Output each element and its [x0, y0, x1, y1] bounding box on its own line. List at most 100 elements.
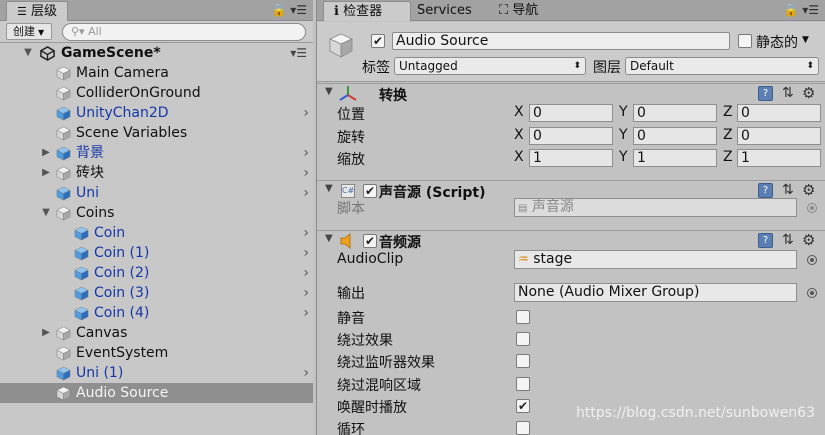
preset-icon[interactable]: ⇅ — [782, 182, 794, 198]
chevron-right-icon[interactable]: › — [303, 283, 309, 303]
hierarchy-item[interactable]: Uni › — [0, 183, 313, 203]
tab-inspector[interactable]: ℹ 检查器 — [323, 1, 411, 21]
prefab-cube-icon — [74, 226, 89, 241]
gameobject-cube-icon — [56, 126, 71, 141]
chevron-right-icon[interactable]: › — [303, 243, 309, 263]
axis-z-label[interactable]: Z — [723, 149, 733, 165]
object-name-field[interactable]: Audio Source — [392, 32, 730, 50]
hierarchy-search-input[interactable]: ⚲▾ All — [62, 23, 306, 41]
gear-icon[interactable]: ⚙ — [802, 181, 815, 199]
hierarchy-item[interactable]: Coin › — [0, 223, 313, 243]
hierarchy-item[interactable]: Audio Source — [0, 383, 313, 403]
output-field[interactable]: None (Audio Mixer Group) — [514, 283, 797, 302]
static-dropdown[interactable]: ▼ — [802, 32, 820, 50]
preset-icon[interactable]: ⇅ — [782, 85, 794, 101]
audio-option-checkbox[interactable] — [516, 310, 530, 324]
help-book-icon[interactable]: ? — [758, 86, 773, 101]
chevron-right-icon[interactable]: › — [303, 223, 309, 243]
axis-y-label[interactable]: Y — [619, 149, 628, 165]
audio-option-checkbox[interactable] — [516, 332, 530, 346]
axis-y-label[interactable]: Y — [619, 127, 628, 143]
audio-source-header[interactable]: ▼ ✔ 音频源 ? ⇅ ⚙ — [317, 230, 825, 251]
create-button[interactable]: 创建 ▼ — [6, 23, 52, 40]
collapse-arrow-icon[interactable]: ▼ — [22, 43, 34, 63]
axis-z-label[interactable]: Z — [723, 104, 733, 120]
active-checkbox[interactable]: ✔ — [371, 34, 385, 48]
chevron-right-icon[interactable]: › — [303, 143, 309, 163]
transform-y-field[interactable]: 0 — [633, 127, 717, 145]
audioclip-field[interactable]: ♒ stage — [514, 250, 797, 269]
audio-enabled-checkbox[interactable]: ✔ — [363, 234, 377, 248]
help-book-icon[interactable]: ? — [758, 183, 773, 198]
hierarchy-item[interactable]: Coin (3) › — [0, 283, 313, 303]
hierarchy-item[interactable]: EventSystem — [0, 343, 313, 363]
transform-header[interactable]: ▼ 转换 ? ⇅ ⚙ — [317, 83, 825, 104]
transform-y-field[interactable]: 1 — [633, 149, 717, 167]
axis-y-label[interactable]: Y — [619, 104, 628, 120]
audio-option-checkbox[interactable] — [516, 377, 530, 391]
hierarchy-item-label: UnityChan2D — [76, 105, 169, 121]
hierarchy-item[interactable]: Scene Variables — [0, 123, 313, 143]
chevron-right-icon[interactable]: › — [303, 103, 309, 123]
expand-arrow-icon[interactable]: ▶ — [40, 163, 52, 183]
hierarchy-item-label: 砖块 — [76, 165, 104, 181]
hierarchy-panel: ☰ 层级 🔒 ▾☰ 创建 ▼ ⚲▾ All ▼ GameScene* ▾☰ Mai… — [0, 0, 313, 435]
chevron-right-icon[interactable]: › — [303, 183, 309, 203]
object-picker-icon[interactable] — [807, 288, 817, 298]
tab-services[interactable]: Services — [407, 1, 482, 21]
audio-option-checkbox[interactable] — [516, 421, 530, 435]
panel-menu-icon[interactable]: 🔒 ▾☰ — [783, 3, 819, 17]
transform-x-field[interactable]: 0 — [529, 104, 613, 122]
chevron-right-icon[interactable]: › — [303, 263, 309, 283]
hierarchy-item[interactable]: Uni (1) › — [0, 363, 313, 383]
scene-row[interactable]: ▼ GameScene* ▾☰ — [0, 43, 313, 63]
transform-z-field[interactable]: 1 — [737, 149, 821, 167]
panel-menu-icon[interactable]: 🔒 ▾☰ — [271, 3, 307, 17]
static-checkbox[interactable] — [738, 34, 752, 48]
hierarchy-item[interactable]: Main Camera — [0, 63, 313, 83]
hierarchy-item[interactable]: ▶ Canvas — [0, 323, 313, 343]
tab-navigation[interactable]: ⛶ 导航 — [489, 1, 548, 21]
chevron-right-icon[interactable]: › — [303, 363, 309, 383]
hierarchy-item[interactable]: Coin (2) › — [0, 263, 313, 283]
axis-z-label[interactable]: Z — [723, 127, 733, 143]
help-book-icon[interactable]: ? — [758, 233, 773, 248]
hierarchy-item[interactable]: ▼ Coins — [0, 203, 313, 223]
axis-x-label[interactable]: X — [514, 149, 524, 165]
hierarchy-item[interactable]: Coin (4) › — [0, 303, 313, 323]
collapse-arrow-icon[interactable]: ▼ — [40, 203, 52, 223]
chevron-right-icon[interactable]: › — [303, 163, 309, 183]
axis-x-label[interactable]: X — [514, 127, 524, 143]
scene-menu-icon[interactable]: ▾☰ — [290, 43, 307, 63]
script-field: ▤ 声音源 — [514, 198, 797, 217]
audio-option-checkbox[interactable] — [516, 354, 530, 368]
hierarchy-item[interactable]: Coin (1) › — [0, 243, 313, 263]
axis-x-label[interactable]: X — [514, 104, 524, 120]
hierarchy-item[interactable]: ColliderOnGround — [0, 83, 313, 103]
hierarchy-item[interactable]: ▶ 背景 › — [0, 143, 313, 163]
script-enabled-checkbox[interactable]: ✔ — [363, 184, 377, 198]
hierarchy-item[interactable]: ▶ 砖块 › — [0, 163, 313, 183]
collapse-arrow-icon[interactable]: ▼ — [325, 86, 333, 97]
expand-arrow-icon[interactable]: ▶ — [40, 323, 52, 343]
layer-dropdown[interactable]: Default ⬍ — [625, 57, 819, 75]
expand-arrow-icon[interactable]: ▶ — [40, 143, 52, 163]
tag-dropdown[interactable]: Untagged ⬍ — [394, 57, 586, 75]
transform-x-field[interactable]: 1 — [529, 149, 613, 167]
collapse-arrow-icon[interactable]: ▼ — [325, 183, 333, 194]
preset-icon[interactable]: ⇅ — [782, 232, 794, 248]
object-picker-icon[interactable] — [807, 255, 817, 265]
tab-hierarchy[interactable]: ☰ 层级 — [6, 1, 69, 21]
gear-icon[interactable]: ⚙ — [802, 231, 815, 249]
gear-icon[interactable]: ⚙ — [802, 84, 815, 102]
transform-x-field[interactable]: 0 — [529, 127, 613, 145]
chevron-right-icon[interactable]: › — [303, 303, 309, 323]
audio-option-checkbox[interactable]: ✔ — [516, 399, 530, 413]
audio-option-label: 静音 — [337, 311, 365, 327]
transform-y-field[interactable]: 0 — [633, 104, 717, 122]
transform-z-field[interactable]: 0 — [737, 127, 821, 145]
hierarchy-item[interactable]: UnityChan2D › — [0, 103, 313, 123]
transform-z-field[interactable]: 0 — [737, 104, 821, 122]
script-component-header[interactable]: ▼ C# ✔ 声音源 (Script) ? ⇅ ⚙ — [317, 180, 825, 201]
collapse-arrow-icon[interactable]: ▼ — [325, 233, 333, 244]
